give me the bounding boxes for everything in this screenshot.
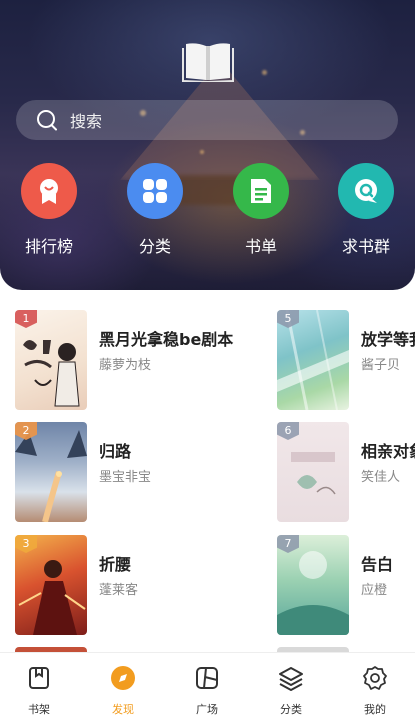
book-title: 黑月光拿稳be剧本 <box>99 330 234 349</box>
book-author: 蓬莱客 <box>99 583 139 598</box>
book-author: 墨宝非宝 <box>99 470 152 485</box>
book-title: 放学等我 <box>361 330 415 349</box>
book-title: 归路 <box>99 442 132 461</box>
book-title: 告白 <box>361 555 394 574</box>
book-item[interactable]: 5 放学等我 酱子贝 <box>277 310 415 410</box>
quick-link-request-group[interactable]: 求书群 <box>326 163 406 257</box>
nav-category[interactable]: 分类 <box>256 665 326 717</box>
quick-link-label: 求书群 <box>341 237 390 256</box>
nav-label: 广场 <box>196 703 218 716</box>
search-placeholder: 搜索 <box>70 112 103 131</box>
nav-label: 分类 <box>280 703 302 716</box>
gear-icon <box>363 666 387 690</box>
layers-icon <box>279 667 303 691</box>
book-title: 相亲对象 <box>361 442 415 461</box>
quick-link-label: 排行榜 <box>24 237 73 256</box>
book-cover: 7 <box>277 535 349 635</box>
quick-link-label: 书单 <box>244 237 277 256</box>
nav-mine[interactable]: 我的 <box>340 665 410 717</box>
book-ranking-list: 1 黑月光拿稳be剧本 藤萝为枝 2 归路 墨宝非宝 3 折腰 蓬莱客 5 放学… <box>0 300 415 652</box>
book-cover: 1 <box>15 310 87 410</box>
nav-bookshelf[interactable]: 书架 <box>4 665 74 717</box>
category-grid-icon <box>127 163 183 219</box>
bookshelf-icon <box>29 667 49 689</box>
book-title: 折腰 <box>99 555 132 574</box>
nav-label: 发现 <box>112 703 134 716</box>
nav-label: 我的 <box>364 703 386 716</box>
open-book-icon <box>182 43 234 82</box>
nav-discover[interactable]: 发现 <box>88 665 158 717</box>
nav-label: 书架 <box>28 703 50 716</box>
book-author: 笑佳人 <box>361 470 401 485</box>
book-author: 应橙 <box>361 583 388 598</box>
quick-link-ranking[interactable]: 排行榜 <box>9 163 89 257</box>
book-item[interactable]: 1 黑月光拿稳be剧本 藤萝为枝 <box>15 310 275 410</box>
book-item[interactable]: 6 相亲对象 笑佳人 <box>277 422 415 522</box>
bottom-navigation: 书架 发现 广场 分类 我的 <box>0 652 415 726</box>
book-item[interactable]: 2 归路 墨宝非宝 <box>15 422 275 522</box>
book-cover: 2 <box>15 422 87 522</box>
nav-plaza[interactable]: 广场 <box>172 665 242 717</box>
book-author: 藤萝为枝 <box>99 358 152 373</box>
plaza-icon <box>196 667 218 689</box>
hero-banner: 搜索 排行榜 分类 书单 求书群 <box>0 0 415 290</box>
book-cover: 3 <box>15 535 87 635</box>
quick-link-category[interactable]: 分类 <box>115 163 195 257</box>
book-item[interactable]: 3 折腰 蓬莱客 <box>15 535 275 635</box>
lantern-light <box>200 150 204 154</box>
search-icon <box>37 110 57 131</box>
book-cover: 5 <box>277 310 349 410</box>
book-author: 酱子贝 <box>361 358 401 373</box>
ranking-ribbon-icon <box>21 163 77 219</box>
search-bar[interactable]: 搜索 <box>16 100 398 140</box>
discover-icon <box>111 666 135 690</box>
quick-link-booklist[interactable]: 书单 <box>221 163 301 257</box>
book-cover: 6 <box>277 422 349 522</box>
lantern-light <box>262 70 267 75</box>
book-item[interactable]: 7 告白 应橙 <box>277 535 415 635</box>
booklist-doc-icon <box>233 163 289 219</box>
quick-link-label: 分类 <box>138 237 171 256</box>
chat-bubble-icon <box>338 163 394 219</box>
